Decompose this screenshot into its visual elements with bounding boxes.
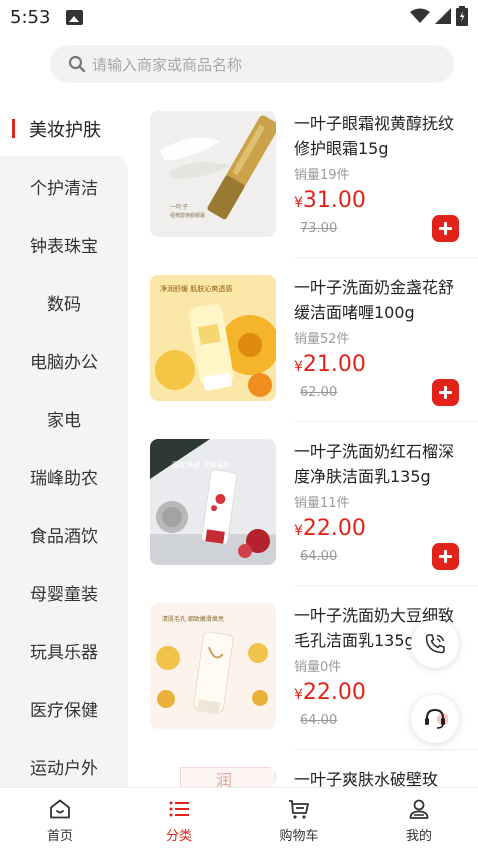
tab-category[interactable]: 分类 [119, 788, 239, 850]
signal-icon [435, 8, 451, 24]
cart-icon [289, 800, 309, 819]
product-original-price: 64.00 [300, 713, 338, 728]
status-bar: 5:53 [0, 0, 478, 36]
product-price: ¥21.00 [294, 352, 366, 377]
category-sidebar: 美妆护肤 个护清洁 钟表珠宝 数码 电脑办公 家电 瑞峰助农 食品酒饮 母婴童装… [0, 100, 128, 787]
tab-label: 首页 [46, 829, 73, 844]
phone-icon [425, 634, 445, 654]
svg-text:清肌毛孔 细致嫩滑焕亮: 清肌毛孔 细致嫩滑焕亮 [162, 615, 224, 623]
product-image[interactable]: 净润舒缓 肌肤沁爽透感 [150, 275, 276, 401]
product-name[interactable]: 一叶子眼霜视黄醇抚纹修护眼霜15g [294, 111, 466, 161]
category-item-sports-outdoor[interactable]: 运动户外 [0, 737, 128, 787]
category-item-food-drinks[interactable]: 食品酒饮 [0, 505, 128, 563]
status-indicators [410, 6, 468, 26]
product-item[interactable]: 一叶子 视黄醇焕颜眼霜 一叶子眼霜视黄醇抚纹修护眼霜15g 销量19件 ¥31.… [150, 111, 478, 275]
product-price: ¥31.00 [294, 188, 366, 213]
divider [294, 257, 478, 258]
product-sales: 销量19件 [294, 168, 350, 183]
product-image[interactable]: 润 [150, 767, 276, 787]
product-sales: 销量52件 [294, 332, 350, 347]
battery-icon [456, 6, 468, 26]
product-item[interactable]: 深度净透 清爽洁肤 一叶子洗面奶红石榴深度净肤洁面乳135g 销量11件 ¥22… [150, 439, 478, 603]
divider [294, 421, 478, 422]
status-time: 5:53 [10, 7, 51, 28]
product-image[interactable]: 清肌毛孔 细致嫩滑焕亮 [150, 603, 276, 729]
product-price: ¥22.00 [294, 516, 366, 541]
home-icon [50, 799, 70, 819]
user-icon [409, 799, 429, 819]
customer-service-button[interactable] [411, 695, 459, 743]
tab-label: 分类 [165, 829, 192, 844]
product-name[interactable]: 一叶子爽肤水破壁玫 [294, 767, 466, 787]
svg-text:一叶子: 一叶子 [170, 203, 188, 211]
category-item-watches-jewelry[interactable]: 钟表珠宝 [0, 215, 128, 273]
svg-text:深度净透 清爽洁肤: 深度净透 清爽洁肤 [172, 460, 230, 469]
search-icon [68, 55, 86, 73]
product-name[interactable]: 一叶子洗面奶金盏花舒缓洁面啫喱100g [294, 275, 466, 325]
divider [294, 585, 478, 586]
product-image[interactable]: 深度净透 清爽洁肤 [150, 439, 276, 565]
phone-call-button[interactable] [411, 620, 459, 668]
headset-icon [425, 708, 448, 729]
wifi-icon [410, 8, 430, 23]
product-sales: 销量0件 [294, 660, 342, 675]
category-item-toys-instruments[interactable]: 玩具乐器 [0, 621, 128, 679]
bottom-tab-bar: 首页 分类 购物车 我的 [0, 787, 478, 850]
image-notification-icon [66, 10, 83, 25]
product-image[interactable]: 一叶子 视黄醇焕颜眼霜 [150, 111, 276, 237]
search-placeholder: 请输入商家或商品名称 [92, 55, 243, 74]
product-price: ¥22.00 [294, 680, 366, 705]
product-original-price: 64.00 [300, 549, 338, 564]
svg-text:视黄醇焕颜眼霜: 视黄醇焕颜眼霜 [170, 212, 205, 219]
divider [294, 749, 478, 750]
category-item-agriculture[interactable]: 瑞峰助农 [0, 447, 128, 505]
tab-label: 我的 [405, 829, 432, 844]
add-to-cart-button[interactable] [432, 543, 459, 570]
svg-text:净润舒缓 肌肤沁爽透感: 净润舒缓 肌肤沁爽透感 [160, 284, 232, 293]
category-item-appliances[interactable]: 家电 [0, 389, 128, 447]
add-to-cart-button[interactable] [432, 379, 459, 406]
tab-home[interactable]: 首页 [0, 788, 120, 850]
category-item-computer-office[interactable]: 电脑办公 [0, 331, 128, 389]
search-input[interactable]: 请输入商家或商品名称 [50, 45, 454, 83]
product-name[interactable]: 一叶子洗面奶红石榴深度净肤洁面乳135g [294, 439, 466, 489]
tab-cart[interactable]: 购物车 [239, 788, 359, 850]
list-icon [169, 801, 189, 817]
product-item[interactable]: 润 一叶子爽肤水破壁玫 [150, 767, 478, 787]
tab-profile[interactable]: 我的 [359, 788, 478, 850]
product-original-price: 73.00 [300, 221, 338, 236]
tab-label: 购物车 [279, 829, 319, 844]
add-to-cart-button[interactable] [432, 215, 459, 242]
category-item-digital[interactable]: 数码 [0, 273, 128, 331]
product-item[interactable]: 净润舒缓 肌肤沁爽透感 一叶子洗面奶金盏花舒缓洁面啫喱100g 销量52件 ¥2… [150, 275, 478, 439]
category-item-baby-kids[interactable]: 母婴童装 [0, 563, 128, 621]
category-item-personal-care[interactable]: 个护清洁 [0, 157, 128, 215]
category-item-healthcare[interactable]: 医疗保健 [0, 679, 128, 737]
category-item-beauty[interactable]: 美妆护肤 [0, 100, 128, 158]
product-original-price: 62.00 [300, 385, 338, 400]
product-sales: 销量11件 [294, 496, 350, 511]
